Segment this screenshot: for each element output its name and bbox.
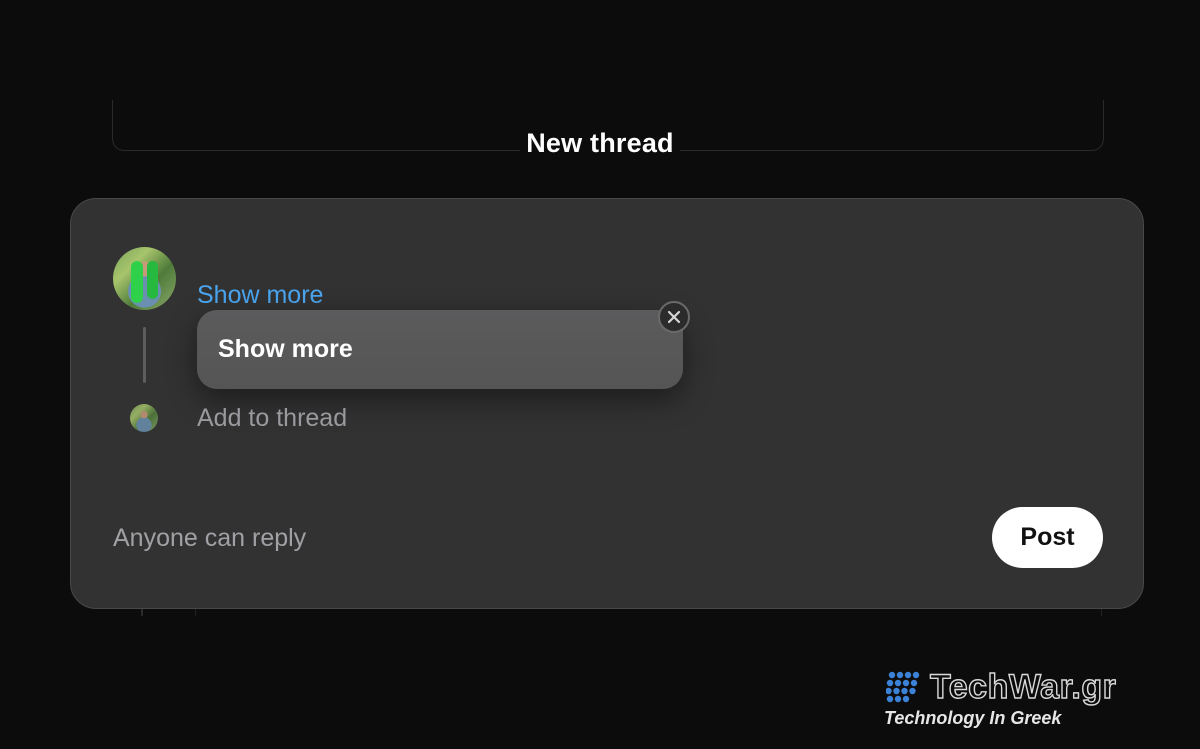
close-popover-button[interactable] — [658, 301, 690, 333]
watermark-brand: TechWar.gr — [929, 667, 1117, 706]
add-to-thread-input[interactable]: Add to thread — [197, 404, 347, 433]
post-button[interactable]: Post — [992, 507, 1103, 568]
reply-setting-button[interactable]: Anyone can reply — [113, 524, 306, 553]
watermark: TechWar.gr Technology In Greek — [884, 667, 1184, 732]
techwar-logo-icon — [886, 671, 920, 703]
thread-connector-line — [143, 327, 146, 383]
avatar[interactable] — [113, 247, 176, 310]
popover-label: Show more — [218, 335, 353, 363]
show-more-popover[interactable]: Show more — [197, 310, 683, 389]
modal-title-text: New thread — [520, 128, 680, 158]
watermark-tagline: Technology In Greek — [884, 708, 1062, 728]
thread-composer-card: Show more Show more Add to thread Anyone… — [70, 198, 1144, 609]
modal-title: New thread — [0, 128, 1200, 159]
avatar-small — [130, 404, 158, 432]
page-root: New thread Show more Show more Add to th… — [0, 0, 1200, 749]
close-icon — [667, 310, 681, 324]
show-more-link[interactable]: Show more — [197, 281, 323, 310]
